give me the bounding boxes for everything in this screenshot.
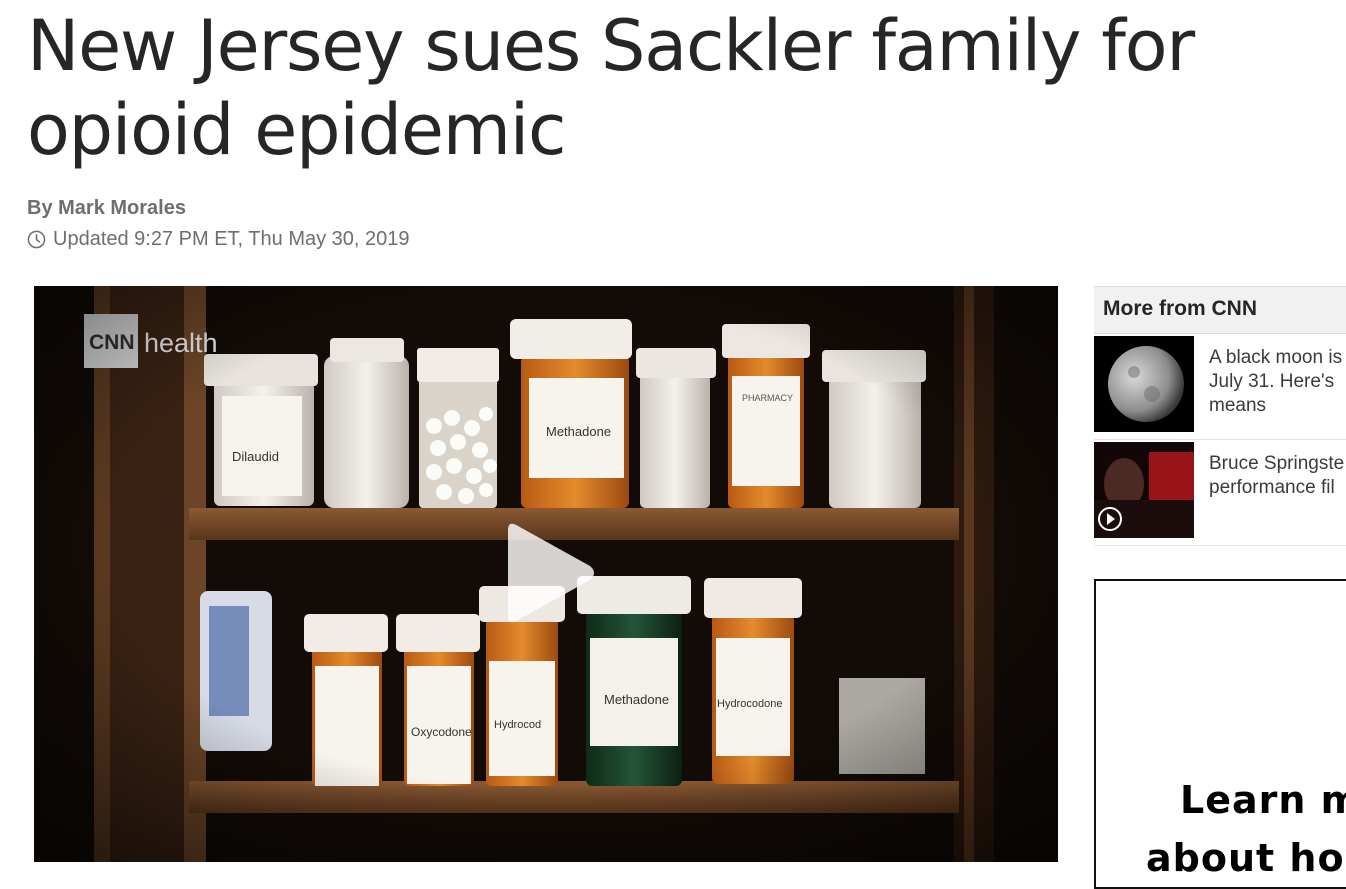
sidebar-story[interactable]: A black moon is July 31. Here's means <box>1094 334 1346 440</box>
update-timestamp-text: Updated 9:27 PM ET, Thu May 30, 2019 <box>53 228 410 250</box>
advertisement[interactable]: Learn mo about how <box>1094 579 1346 889</box>
sidebar-story-headline[interactable]: A black moon is July 31. Here's means <box>1194 334 1342 439</box>
article-headline: New Jersey sues Sackler family for opioi… <box>27 5 1195 171</box>
sidebar-story-headline[interactable]: Bruce Springste performance fil <box>1194 440 1344 545</box>
sidebar-story[interactable]: Bruce Springste performance fil <box>1094 440 1346 546</box>
play-button-icon[interactable] <box>500 518 600 628</box>
clock-icon <box>27 230 46 249</box>
moon-thumbnail[interactable] <box>1094 336 1194 432</box>
video-player[interactable]: Dilaudid Methadone PHARMACY Oxycodone <box>34 286 1058 862</box>
video-thumbnail[interactable] <box>1094 442 1194 538</box>
byline[interactable]: By Mark Morales <box>27 197 186 220</box>
ad-text: Learn mo about how <box>1146 778 1346 880</box>
more-from-cnn-panel: More from CNN A black moon is July 31. H… <box>1094 286 1346 546</box>
update-timestamp: Updated 9:27 PM ET, Thu May 30, 2019 <box>27 228 410 251</box>
sidebar-title: More from CNN <box>1094 286 1346 334</box>
